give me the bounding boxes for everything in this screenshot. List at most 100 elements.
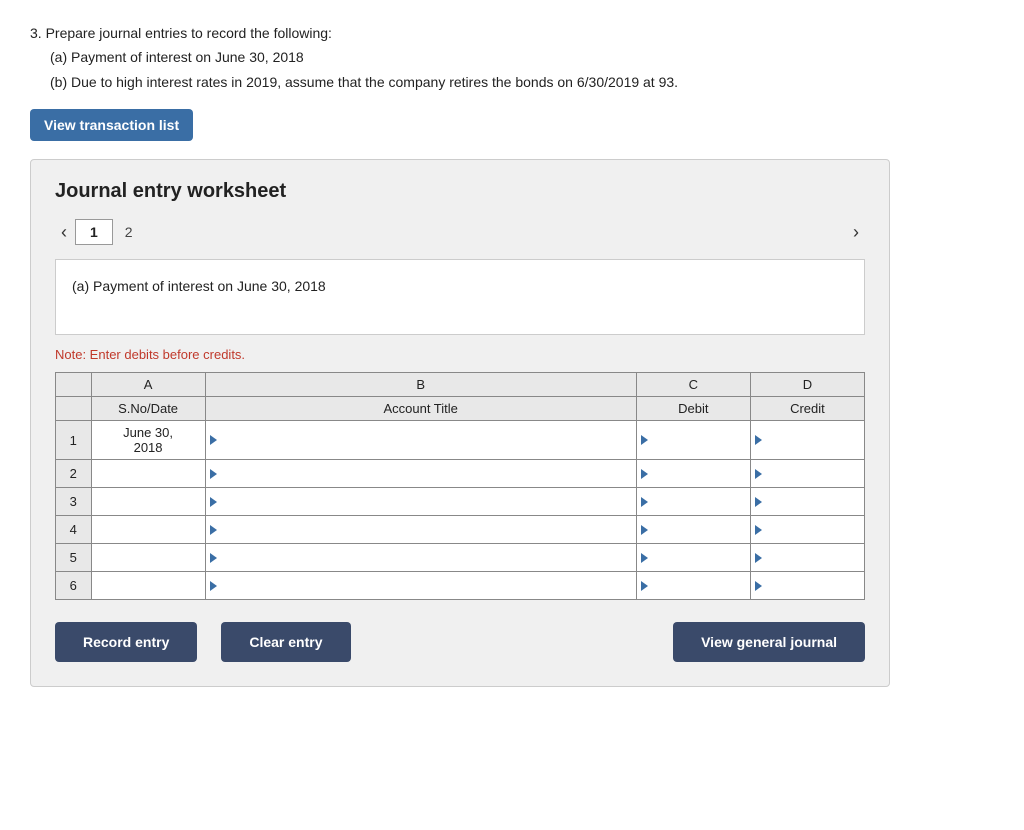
credit-cell-6[interactable] <box>750 572 864 600</box>
row1-arrow-icon <box>210 435 217 445</box>
account-input-5[interactable] <box>220 548 632 567</box>
view-transaction-list-button[interactable]: View transaction list <box>30 109 193 141</box>
col-header-row: A B C D <box>56 373 865 397</box>
sub-header-row: S.No/Date Account Title Debit Credit <box>56 397 865 421</box>
account-cell-2[interactable] <box>205 460 636 488</box>
row6-debit-arrow-icon <box>641 581 648 591</box>
account-title-header: Account Title <box>205 397 636 421</box>
sndate-header: S.No/Date <box>91 397 205 421</box>
account-cell-5[interactable] <box>205 544 636 572</box>
debit-input-1[interactable] <box>651 431 746 450</box>
debit-cell-6[interactable] <box>636 572 750 600</box>
description-box: (a) Payment of interest on June 30, 2018 <box>55 259 865 335</box>
credit-cell-4[interactable] <box>750 516 864 544</box>
instruction-line1: 3. Prepare journal entries to record the… <box>30 22 994 44</box>
blank-header <box>56 373 92 397</box>
credit-cell-2[interactable] <box>750 460 864 488</box>
credit-cell-1[interactable] <box>750 421 864 460</box>
row1-debit-arrow-icon <box>641 435 648 445</box>
row1-credit-arrow-icon <box>755 435 762 445</box>
table-row: 4 <box>56 516 865 544</box>
debit-cell-3[interactable] <box>636 488 750 516</box>
row4-debit-arrow-icon <box>641 525 648 535</box>
account-cell-3[interactable] <box>205 488 636 516</box>
table-row: 5 <box>56 544 865 572</box>
account-cell-4[interactable] <box>205 516 636 544</box>
row3-arrow-icon <box>210 497 217 507</box>
row6-arrow-icon <box>210 581 217 591</box>
date-cell-3 <box>91 488 205 516</box>
row-num-6: 6 <box>56 572 92 600</box>
account-input-3[interactable] <box>220 492 632 511</box>
row2-credit-arrow-icon <box>755 469 762 479</box>
next-arrow-button[interactable]: › <box>847 220 865 245</box>
account-input-6[interactable] <box>220 576 632 595</box>
debit-input-6[interactable] <box>651 576 746 595</box>
row5-debit-arrow-icon <box>641 553 648 563</box>
instruction-line2: (a) Payment of interest on June 30, 2018 <box>50 46 994 68</box>
credit-input-6[interactable] <box>765 576 860 595</box>
account-input-4[interactable] <box>220 520 632 539</box>
tab-1[interactable]: 1 <box>75 219 113 245</box>
debit-cell-4[interactable] <box>636 516 750 544</box>
col-d-header: D <box>750 373 864 397</box>
record-entry-button[interactable]: Record entry <box>55 622 197 662</box>
row-num-4: 4 <box>56 516 92 544</box>
row-num-3: 3 <box>56 488 92 516</box>
row3-debit-arrow-icon <box>641 497 648 507</box>
row5-arrow-icon <box>210 553 217 563</box>
debit-input-3[interactable] <box>651 492 746 511</box>
date-cell-5 <box>91 544 205 572</box>
prev-arrow-button[interactable]: ‹ <box>55 220 73 245</box>
row-num-1: 1 <box>56 421 92 460</box>
table-row: 2 <box>56 460 865 488</box>
credit-input-1[interactable] <box>765 431 860 450</box>
credit-input-5[interactable] <box>765 548 860 567</box>
row6-credit-arrow-icon <box>755 581 762 591</box>
credit-input-2[interactable] <box>765 464 860 483</box>
journal-entry-worksheet: Journal entry worksheet ‹ 1 2 › (a) Paym… <box>30 159 890 687</box>
credit-cell-5[interactable] <box>750 544 864 572</box>
credit-cell-3[interactable] <box>750 488 864 516</box>
instructions: 3. Prepare journal entries to record the… <box>30 22 994 93</box>
worksheet-title: Journal entry worksheet <box>55 180 865 203</box>
account-input-1[interactable] <box>220 431 632 450</box>
credit-header: Credit <box>750 397 864 421</box>
debit-input-5[interactable] <box>651 548 746 567</box>
debit-input-4[interactable] <box>651 520 746 539</box>
row2-debit-arrow-icon <box>641 469 648 479</box>
date-cell-6 <box>91 572 205 600</box>
date-cell-2 <box>91 460 205 488</box>
date-cell-1: June 30,2018 <box>91 421 205 460</box>
blank-subheader <box>56 397 92 421</box>
tab-nav-row: ‹ 1 2 › <box>55 219 865 245</box>
row2-arrow-icon <box>210 469 217 479</box>
debit-header: Debit <box>636 397 750 421</box>
table-row: 1 June 30,2018 <box>56 421 865 460</box>
credit-input-3[interactable] <box>765 492 860 511</box>
row3-credit-arrow-icon <box>755 497 762 507</box>
debit-cell-1[interactable] <box>636 421 750 460</box>
description-text: (a) Payment of interest on June 30, 2018 <box>72 278 326 294</box>
account-cell-1[interactable] <box>205 421 636 460</box>
row-num-2: 2 <box>56 460 92 488</box>
action-buttons-row: Record entry Clear entry View general jo… <box>55 622 865 662</box>
col-b-header: B <box>205 373 636 397</box>
date-cell-4 <box>91 516 205 544</box>
debit-input-2[interactable] <box>651 464 746 483</box>
row5-credit-arrow-icon <box>755 553 762 563</box>
clear-entry-button[interactable]: Clear entry <box>221 622 350 662</box>
account-cell-6[interactable] <box>205 572 636 600</box>
account-input-2[interactable] <box>220 464 632 483</box>
debit-cell-5[interactable] <box>636 544 750 572</box>
credit-input-4[interactable] <box>765 520 860 539</box>
table-row: 3 <box>56 488 865 516</box>
tab-2[interactable]: 2 <box>115 220 143 244</box>
note-text: Note: Enter debits before credits. <box>55 347 865 362</box>
col-a-header: A <box>91 373 205 397</box>
view-general-journal-button[interactable]: View general journal <box>673 622 865 662</box>
debit-cell-2[interactable] <box>636 460 750 488</box>
row4-credit-arrow-icon <box>755 525 762 535</box>
col-c-header: C <box>636 373 750 397</box>
row-num-5: 5 <box>56 544 92 572</box>
